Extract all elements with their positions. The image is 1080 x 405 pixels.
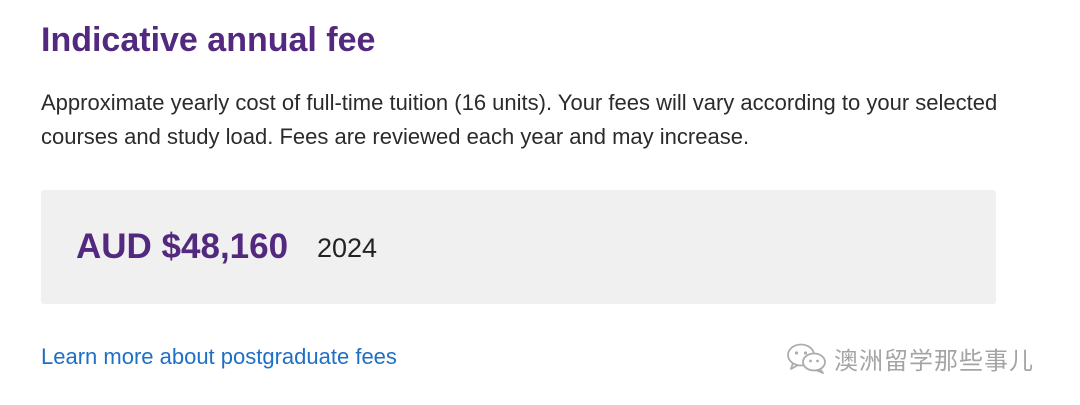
fee-box: AUD $48,160 2024 bbox=[41, 190, 996, 304]
wechat-icon bbox=[786, 342, 828, 374]
fee-amount: AUD $48,160 bbox=[76, 227, 289, 266]
learn-more-link[interactable]: Learn more about postgraduate fees bbox=[41, 342, 397, 372]
watermark-text: 澳洲留学那些事儿 bbox=[834, 346, 1034, 375]
fee-description: Approximate yearly cost of full-time tui… bbox=[41, 90, 998, 149]
watermark: 澳洲留学那些事儿 bbox=[786, 340, 1034, 376]
section-title: Indicative annual fee bbox=[41, 21, 376, 59]
fee-year: 2024 bbox=[317, 233, 378, 263]
